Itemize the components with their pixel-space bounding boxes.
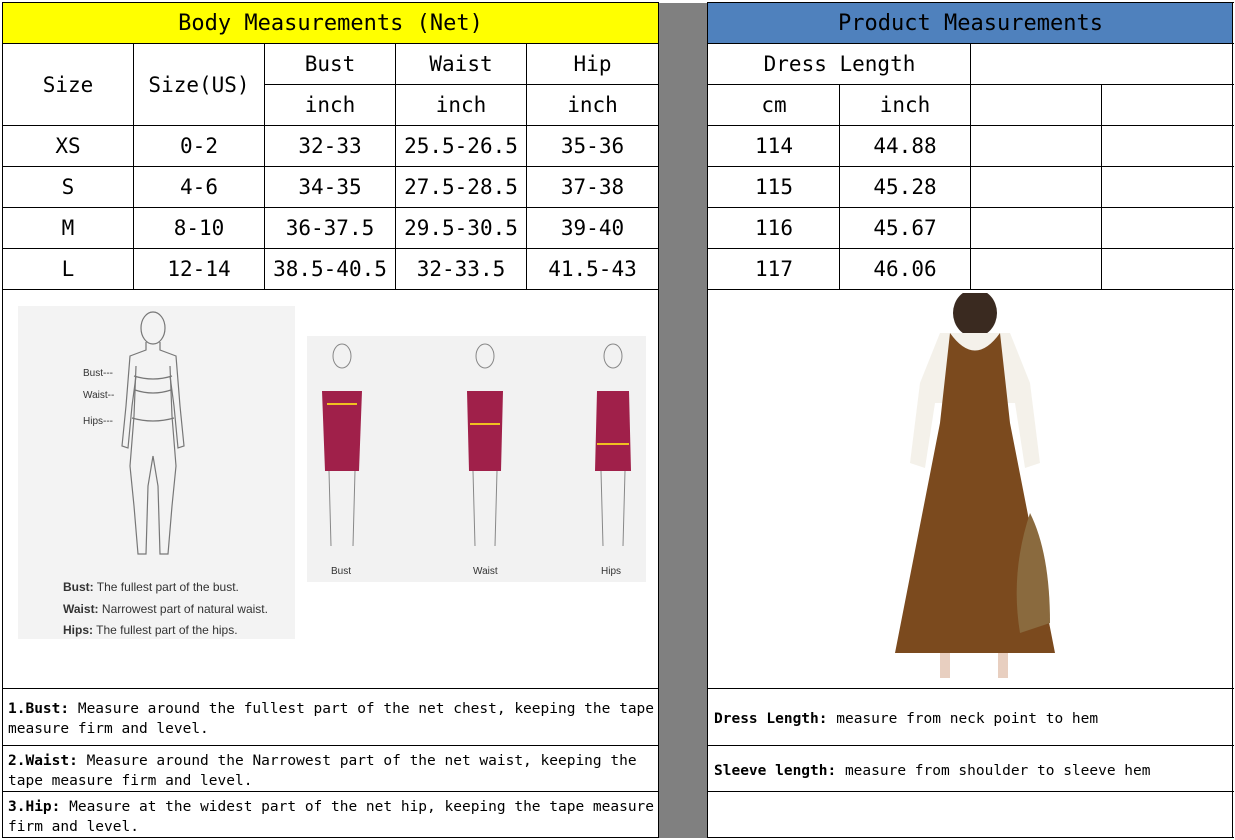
header-size-us: Size(US) (148, 72, 250, 97)
grid-line (1232, 2, 1233, 838)
cell-inch: 44.88 (873, 134, 937, 158)
note-term: 2.Waist: (8, 753, 78, 769)
legend-text: The fullest part of the bust. (96, 580, 239, 594)
cell-cm: 116 (755, 216, 793, 240)
note-text: Measure around the Narrowest part of the… (8, 753, 637, 789)
cell-waist: 25.5-26.5 (404, 134, 518, 158)
cell-hip: 39-40 (560, 216, 625, 240)
body-outline-illustration (121, 311, 185, 555)
divider-column (658, 3, 708, 838)
mannequin-waist-figure (467, 343, 503, 547)
legend-text: Narrowest part of natural waist. (101, 602, 268, 616)
legend-waist: Waist: Narrowest part of natural waist. (63, 602, 268, 616)
legend-term: Waist: (63, 602, 99, 616)
grid-line (2, 837, 659, 838)
mannequin-label-bust: Bust (331, 566, 352, 577)
note-term: 1.Bust: (8, 701, 70, 717)
header-inch: inch (879, 93, 931, 117)
legend-term: Hips: (63, 623, 93, 637)
cell-bust: 36-37.5 (285, 216, 375, 240)
header-hip-unit: inch (567, 93, 618, 117)
legend-hips: Hips: The fullest part of the hips. (63, 623, 238, 637)
cell-size: L (61, 257, 75, 281)
legend-text: The fullest part of the hips. (96, 623, 238, 637)
label-bust: Bust--- (83, 368, 113, 379)
note-text: measure from shoulder to sleeve hem (836, 763, 1151, 779)
note-bust: 1.Bust: Measure around the fullest part … (3, 699, 658, 739)
grid-line (1101, 84, 1102, 289)
grid-line (658, 2, 659, 838)
cell-waist: 29.5-30.5 (404, 216, 518, 240)
cell-hip: 35-36 (560, 134, 625, 158)
mannequin-bust-figure (322, 343, 362, 547)
cell-cm: 115 (755, 175, 793, 199)
note-sleeve-length: Sleeve length: measure from shoulder to … (709, 761, 1232, 781)
grid-line (2, 745, 659, 746)
header-bust-unit: inch (304, 93, 356, 117)
cell-inch: 46.06 (873, 257, 937, 281)
grid-line (2, 791, 659, 792)
grid-line (707, 688, 1234, 689)
cell-size-us: 12-14 (167, 257, 231, 281)
cell-size: M (61, 216, 75, 240)
cell-bust: 32-33 (298, 134, 362, 158)
cell-bust: 34-35 (298, 175, 362, 199)
note-text: Measure at the widest part of the net hi… (8, 799, 655, 835)
label-hips: Hips--- (83, 416, 113, 427)
legend-bust: Bust: The fullest part of the bust. (63, 580, 239, 594)
cell-cm: 114 (755, 134, 793, 158)
mannequin-hips-figure (595, 343, 631, 547)
grid-line (707, 2, 708, 838)
dress-photo (895, 293, 1055, 678)
cell-inch: 45.28 (873, 175, 937, 199)
note-text: measure from neck point to hem (827, 711, 1099, 727)
note-term: 3.Hip: (8, 799, 61, 815)
header-waist: Waist (429, 52, 493, 76)
cell-waist: 27.5-28.5 (404, 175, 518, 199)
body-title: Body Measurements (Net) (178, 10, 483, 36)
header-bust: Bust (304, 52, 356, 76)
cell-size-us: 4-6 (180, 175, 218, 199)
grid-line (707, 745, 1234, 746)
cell-waist: 32-33.5 (416, 257, 506, 281)
mannequin-panel: Bust Waist Hips (307, 336, 646, 582)
cell-size: S (61, 175, 75, 199)
cell-size-us: 8-10 (173, 216, 225, 240)
note-text: Measure around the fullest part of the n… (8, 701, 655, 737)
grid-line (707, 837, 1234, 838)
note-hip: 3.Hip: Measure at the widest part of the… (3, 797, 658, 837)
label-waist: Waist-- (83, 390, 115, 401)
cell-bust: 38.5-40.5 (273, 257, 387, 281)
grid-line (970, 43, 971, 289)
cell-hip: 37-38 (560, 175, 625, 199)
cell-size-us: 0-2 (180, 134, 218, 158)
grid-line (707, 2, 1234, 3)
header-cm: cm (761, 93, 787, 117)
note-dress-length: Dress Length: measure from neck point to… (709, 709, 1232, 729)
grid-line (2, 2, 659, 3)
header-hip: Hip (573, 52, 612, 76)
grid-line (2, 289, 659, 290)
note-term: Dress Length: (714, 711, 828, 727)
cell-hip: 41.5-43 (548, 257, 637, 281)
legend-term: Bust: (63, 580, 94, 594)
mannequin-illustration (322, 343, 631, 547)
cell-cm: 117 (755, 257, 793, 281)
mannequin-label-hips: Hips (601, 566, 622, 577)
note-term: Sleeve length: (714, 763, 837, 779)
product-title: Product Measurements (838, 10, 1103, 36)
cell-size: XS (55, 134, 81, 158)
header-waist-unit: inch (435, 93, 487, 117)
header-size: Size (42, 72, 94, 97)
note-waist: 2.Waist: Measure around the Narrowest pa… (3, 751, 658, 791)
header-dress-length: Dress Length (763, 52, 916, 76)
cell-inch: 45.67 (873, 216, 937, 240)
body-figure-panel: Bust--- Waist-- Hips--- Bust: The fulles… (18, 306, 295, 639)
grid-line (707, 791, 1234, 792)
grid-line (2, 688, 659, 689)
grid-line (707, 289, 1234, 290)
mannequin-label-waist: Waist (473, 566, 498, 577)
